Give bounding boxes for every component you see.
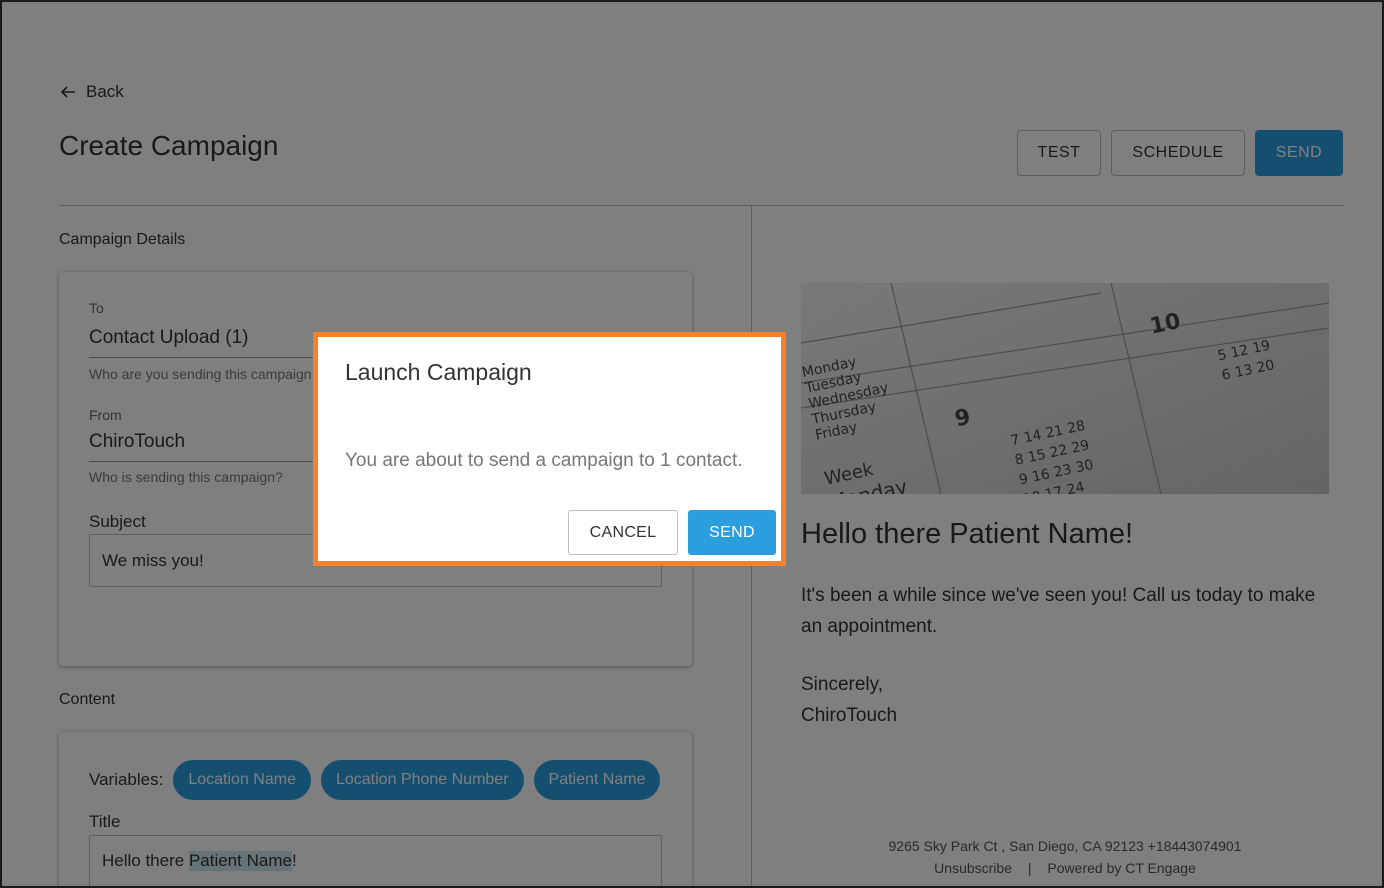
app-window: Back Create Campaign TEST SCHEDULE SEND … bbox=[0, 0, 1384, 888]
dialog-message: You are about to send a campaign to 1 co… bbox=[345, 450, 743, 471]
confirm-send-button[interactable]: SEND bbox=[688, 510, 776, 555]
dialog-title: Launch Campaign bbox=[345, 359, 532, 385]
cancel-button[interactable]: CANCEL bbox=[568, 510, 678, 555]
launch-campaign-dialog: Launch Campaign You are about to send a … bbox=[313, 332, 786, 566]
